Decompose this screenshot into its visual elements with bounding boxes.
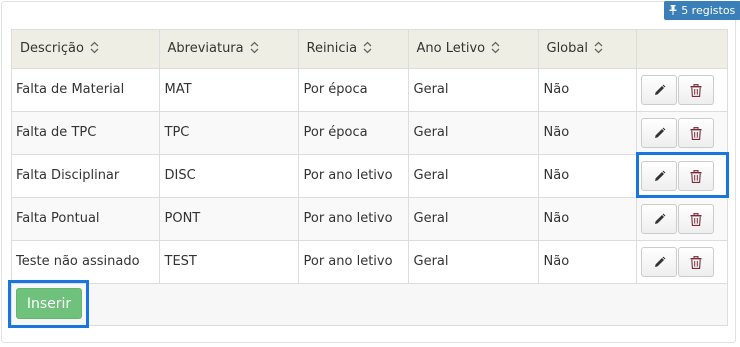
column-header-abreviatura[interactable]: Abreviatura [159, 30, 299, 69]
cell-ano-letivo: Geral [408, 111, 539, 155]
cell-global: Não [538, 240, 637, 284]
edit-button[interactable] [640, 203, 677, 234]
sort-up-down-icon[interactable] [363, 41, 372, 54]
row-actions [636, 68, 727, 112]
cell-global: Não [538, 197, 637, 241]
pushpin-icon [669, 5, 680, 17]
cell-global: Não [538, 154, 637, 198]
cell-descricao: Falta de TPC [12, 111, 160, 155]
table-row: Falta Pontual PONT Por ano letivo Geral Não [12, 197, 727, 241]
delete-button[interactable] [677, 160, 714, 191]
cell-descricao: Teste não assinado [12, 240, 160, 284]
cell-ano-letivo: Geral [408, 68, 539, 112]
cell-global: Não [538, 111, 637, 155]
cell-abreviatura: DISC [159, 154, 299, 198]
column-header-ano-letivo[interactable]: Ano Letivo [408, 30, 539, 69]
cell-descricao: Falta Pontual [12, 197, 160, 241]
insert-button[interactable]: Inserir [16, 288, 82, 319]
records-table-container: Descrição Abreviatura Reinicia Ano Letiv… [11, 29, 728, 326]
column-header-reinicia[interactable]: Reinicia [298, 30, 409, 69]
record-count-label: 5 registos [681, 4, 736, 17]
cell-ano-letivo: Geral [408, 154, 539, 198]
row-actions [636, 154, 727, 198]
table-row: Falta de TPC TPC Por época Geral Não [12, 111, 727, 155]
row-actions [636, 111, 727, 155]
cell-reinicia: Por época [298, 111, 409, 155]
row-actions [636, 240, 727, 284]
cell-abreviatura: PONT [159, 197, 299, 241]
cell-abreviatura: TPC [159, 111, 299, 155]
column-header-descricao[interactable]: Descrição [12, 30, 160, 69]
sort-up-down-icon[interactable] [594, 41, 603, 54]
record-count-badge: 5 registos [664, 1, 740, 20]
cell-global: Não [538, 68, 637, 112]
table-row: Falta Disciplinar DISC Por ano letivo Geral… [12, 154, 727, 198]
column-header-global[interactable]: Global [538, 30, 637, 69]
cell-reinicia: Por ano letivo [298, 197, 409, 241]
table-header-row: Descrição Abreviatura Reinicia Ano Letiv… [12, 30, 727, 69]
sort-up-down-icon[interactable] [90, 41, 99, 54]
table-row: Teste não assinado TEST Por ano letivo Gera… [12, 240, 727, 284]
cell-abreviatura: MAT [159, 68, 299, 112]
edit-button[interactable] [640, 74, 677, 105]
edit-button[interactable] [640, 246, 677, 277]
cell-reinicia: Por época [298, 68, 409, 112]
sort-up-down-icon[interactable] [491, 41, 500, 54]
table-row: Falta de Material MAT Por época Geral Não [12, 68, 727, 112]
records-table: Descrição Abreviatura Reinicia Ano Letiv… [12, 30, 727, 284]
delete-button[interactable] [677, 74, 714, 105]
cell-ano-letivo: Geral [408, 197, 539, 241]
row-actions [636, 197, 727, 241]
cell-reinicia: Por ano letivo [298, 240, 409, 284]
column-header-actions [636, 30, 727, 69]
edit-button[interactable] [640, 160, 677, 191]
cell-ano-letivo: Geral [408, 240, 539, 284]
edit-button[interactable] [640, 117, 677, 148]
cell-reinicia: Por ano letivo [298, 154, 409, 198]
cell-descricao: Falta Disciplinar [12, 154, 160, 198]
delete-button[interactable] [677, 246, 714, 277]
cell-abreviatura: TEST [159, 240, 299, 284]
delete-button[interactable] [677, 203, 714, 234]
sort-up-down-icon[interactable] [250, 41, 259, 54]
cell-descricao: Falta de Material [12, 68, 160, 112]
delete-button[interactable] [677, 117, 714, 148]
